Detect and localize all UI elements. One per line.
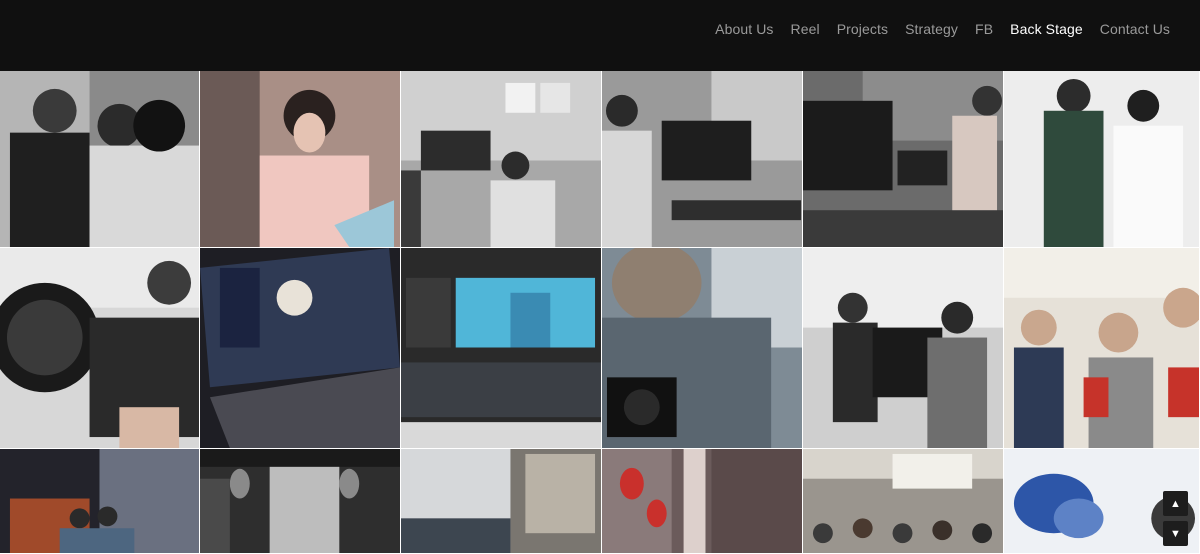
triangle-up-icon: ▲ (1170, 497, 1181, 510)
photo-actress-reading[interactable] (200, 71, 401, 248)
photo-camera-operator-bw[interactable] (602, 71, 803, 248)
nav-fb[interactable]: FB (975, 21, 993, 37)
photo-crowd-cafeteria[interactable] (803, 449, 1004, 554)
nav-projects[interactable]: Projects (837, 21, 888, 37)
photo-canon-lens-camera[interactable] (0, 248, 200, 449)
nav-back-stage[interactable]: Back Stage (1010, 21, 1083, 37)
photo-editing-software-screen[interactable] (401, 248, 602, 449)
photo-group-selfie[interactable] (1004, 248, 1200, 449)
photo-brick-wall-night[interactable] (0, 449, 200, 554)
photo-red-lanterns-alley[interactable] (602, 449, 803, 554)
scroll-down-button[interactable]: ▼ (1163, 521, 1188, 546)
nav-strategy[interactable]: Strategy (905, 21, 958, 37)
photo-alley-lanterns-bw[interactable] (200, 449, 401, 554)
photo-monitor-actress-bw[interactable] (803, 71, 1004, 248)
nav-reel[interactable]: Reel (791, 21, 820, 37)
photo-gallery-grid (0, 71, 1200, 554)
top-navigation-bar: About Us Reel Projects Strategy FB Back … (0, 0, 1200, 71)
photo-crew-portrait-bw[interactable] (0, 71, 200, 248)
scroll-up-button[interactable]: ▲ (1163, 491, 1188, 516)
photo-steadicam-crew-bw[interactable] (803, 248, 1004, 449)
photo-laptop-3d-head[interactable] (200, 248, 401, 449)
photo-building-sign[interactable] (401, 449, 602, 554)
photo-duo-portrait-white[interactable] (1004, 71, 1200, 248)
photo-camera-rig-set-bw[interactable] (401, 71, 602, 248)
nav-about-us[interactable]: About Us (715, 21, 773, 37)
photo-person-sony-camera[interactable] (602, 248, 803, 449)
triangle-down-icon: ▼ (1170, 527, 1181, 540)
main-nav: About Us Reel Projects Strategy FB Back … (698, 0, 1200, 58)
nav-contact-us[interactable]: Contact Us (1100, 21, 1170, 37)
